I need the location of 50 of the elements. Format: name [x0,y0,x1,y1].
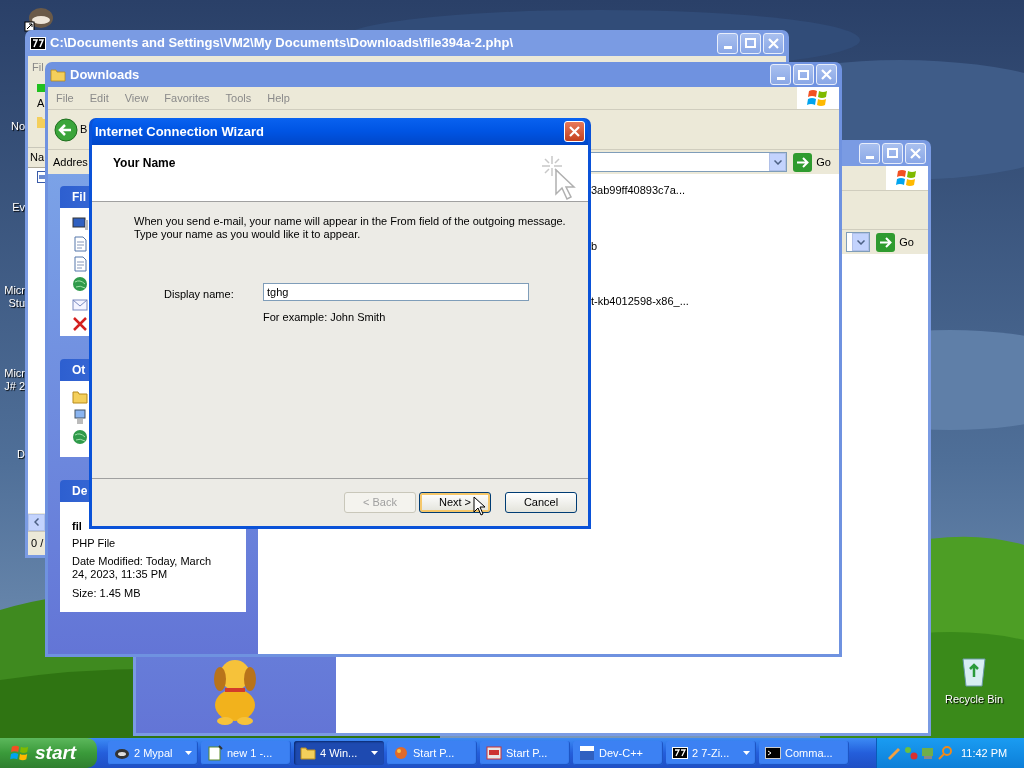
menu-item[interactable]: Help [267,89,290,107]
go-button[interactable]: Go [876,232,914,252]
desktop-icon-label[interactable]: J# 2 [4,380,25,393]
start-button[interactable]: start [0,738,97,768]
file-type: PHP File [72,535,116,551]
taskbar-button[interactable]: 4 Win... [294,741,384,765]
description-text: Type your name as you would like it to appear. [134,228,362,241]
go-button[interactable]: Go [793,152,831,172]
file-name[interactable]: t-kb4012598-x86_... [591,293,687,310]
file-name[interactable]: b [591,237,687,254]
desktop-icon-label[interactable]: Stu [8,297,25,310]
window-title: C:\Documents and Settings\VM2\My Documents\Downloads\file394a-2.php\ [50,34,515,53]
dialog-title: Internet Connection Wizard [95,122,265,141]
taskbar-button[interactable]: Comma... [759,741,849,765]
desktop-icon-label[interactable]: Ev [12,201,25,214]
desktop-icon-label[interactable]: No [10,120,25,133]
menu-item[interactable]: Favorites [164,89,210,107]
desktop-icon-label[interactable]: D [17,448,25,461]
example-text: For example: John Smith [263,310,387,325]
column-header[interactable]: Na [30,149,45,166]
window-title: Downloads [70,65,141,84]
file-size: Size: 1.45 MB [72,586,141,601]
desktop-icon-label[interactable]: Micr [4,367,25,380]
taskbar-button[interactable]: 2 7-Zi... [666,741,756,765]
back-button-label[interactable]: B [80,121,88,138]
wizard-button[interactable]: Cancel [505,492,577,513]
menu-item[interactable]: Fil [32,58,44,76]
desktop-icon-label[interactable]: Micr [4,284,25,297]
address-label: Addres [53,154,88,170]
taskbar-button[interactable]: 2 Mypal [108,741,198,765]
menu-item[interactable]: File [56,89,74,107]
page-heading: Your Name [113,155,176,172]
taskbar-button[interactable]: new 1 -... [201,741,291,765]
description-text: When you send e-mail, your name will appear in the From field of the outgoing message. [134,215,567,228]
taskbar-button[interactable]: Start P... [387,741,477,765]
wizard-button[interactable]: Next > [419,492,491,513]
field-label: Display name: [164,287,235,302]
taskbar-button[interactable]: Start P... [480,741,570,765]
toolbar-label: A [37,96,45,111]
clock: 11:42 PM [960,745,1008,761]
display-name-field[interactable]: tghg [263,283,529,301]
file-modified: Date Modified: Today, March 24, 2023, 11:35 PM [72,555,212,581]
taskbar-button[interactable]: Dev-C++ [573,741,663,765]
desktop-icon-label[interactable]: Recycle Bin [944,691,1004,708]
file-name: fil [72,519,82,534]
menu-item[interactable]: Edit [89,89,109,107]
menu-item[interactable]: Tools [225,89,252,107]
menu-item[interactable]: View [124,89,149,107]
status-text: 0 / [31,536,44,552]
file-name[interactable]: 3ab99ff40893c7a... [591,182,687,199]
